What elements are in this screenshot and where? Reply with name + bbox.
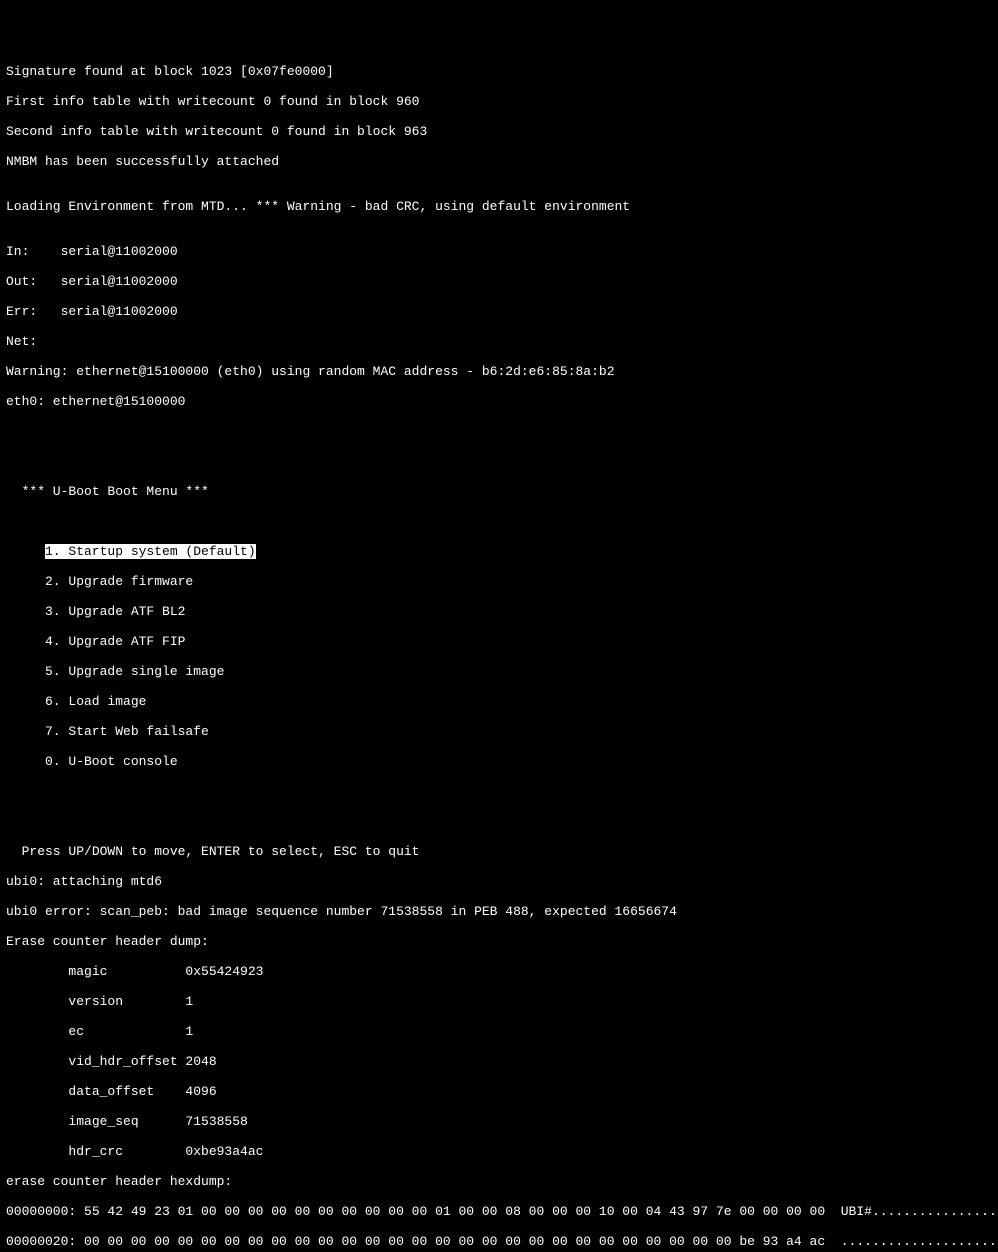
boot-line-in: In: serial@11002000	[6, 244, 992, 259]
blank-line	[6, 784, 992, 799]
boot-line-info2: Second info table with writecount 0 foun…	[6, 124, 992, 139]
blank-line	[6, 814, 992, 829]
menu-item-load-image[interactable]: 6. Load image	[6, 694, 992, 709]
menu-item-upgrade-bl2[interactable]: 3. Upgrade ATF BL2	[6, 604, 992, 619]
post-line-vidhdr: vid_hdr_offset 2048	[6, 1054, 992, 1069]
blank-line	[6, 514, 992, 529]
post-line-version: version 1	[6, 994, 992, 1009]
boot-line-env: Loading Environment from MTD... *** Warn…	[6, 199, 992, 214]
post-line-dataoffset: data_offset 4096	[6, 1084, 992, 1099]
boot-line-signature: Signature found at block 1023 [0x07fe000…	[6, 64, 992, 79]
boot-line-mac-warning: Warning: ethernet@15100000 (eth0) using …	[6, 364, 992, 379]
boot-line-err: Err: serial@11002000	[6, 304, 992, 319]
boot-line-nmbm: NMBM has been successfully attached	[6, 154, 992, 169]
menu-item-web-failsafe[interactable]: 7. Start Web failsafe	[6, 724, 992, 739]
post-line-ec: ec 1	[6, 1024, 992, 1039]
menu-item-uboot-console[interactable]: 0. U-Boot console	[6, 754, 992, 769]
boot-line-net: Net:	[6, 334, 992, 349]
post-line-hex2: 00000020: 00 00 00 00 00 00 00 00 00 00 …	[6, 1234, 992, 1249]
menu-hint: Press UP/DOWN to move, ENTER to select, …	[6, 844, 992, 859]
boot-line-eth0: eth0: ethernet@15100000	[6, 394, 992, 409]
menu-item-upgrade-single[interactable]: 5. Upgrade single image	[6, 664, 992, 679]
menu-item-startup[interactable]: 1. Startup system (Default)	[6, 544, 992, 559]
post-line-imgseq: image_seq 71538558	[6, 1114, 992, 1129]
boot-line-out: Out: serial@11002000	[6, 274, 992, 289]
post-line-magic: magic 0x55424923	[6, 964, 992, 979]
blank-line	[6, 424, 992, 439]
menu-item-upgrade-fip[interactable]: 4. Upgrade ATF FIP	[6, 634, 992, 649]
boot-line-info1: First info table with writecount 0 found…	[6, 94, 992, 109]
post-line-hexhdr: erase counter header hexdump:	[6, 1174, 992, 1189]
post-line-erasehdr: Erase counter header dump:	[6, 934, 992, 949]
post-line-error: ubi0 error: scan_peb: bad image sequence…	[6, 904, 992, 919]
post-line-attach: ubi0: attaching mtd6	[6, 874, 992, 889]
post-line-hdrcrc: hdr_crc 0xbe93a4ac	[6, 1144, 992, 1159]
post-line-hex1: 00000000: 55 42 49 23 01 00 00 00 00 00 …	[6, 1204, 992, 1219]
blank-line	[6, 454, 992, 469]
menu-item-upgrade-firmware[interactable]: 2. Upgrade firmware	[6, 574, 992, 589]
boot-menu-title: *** U-Boot Boot Menu ***	[6, 484, 992, 499]
